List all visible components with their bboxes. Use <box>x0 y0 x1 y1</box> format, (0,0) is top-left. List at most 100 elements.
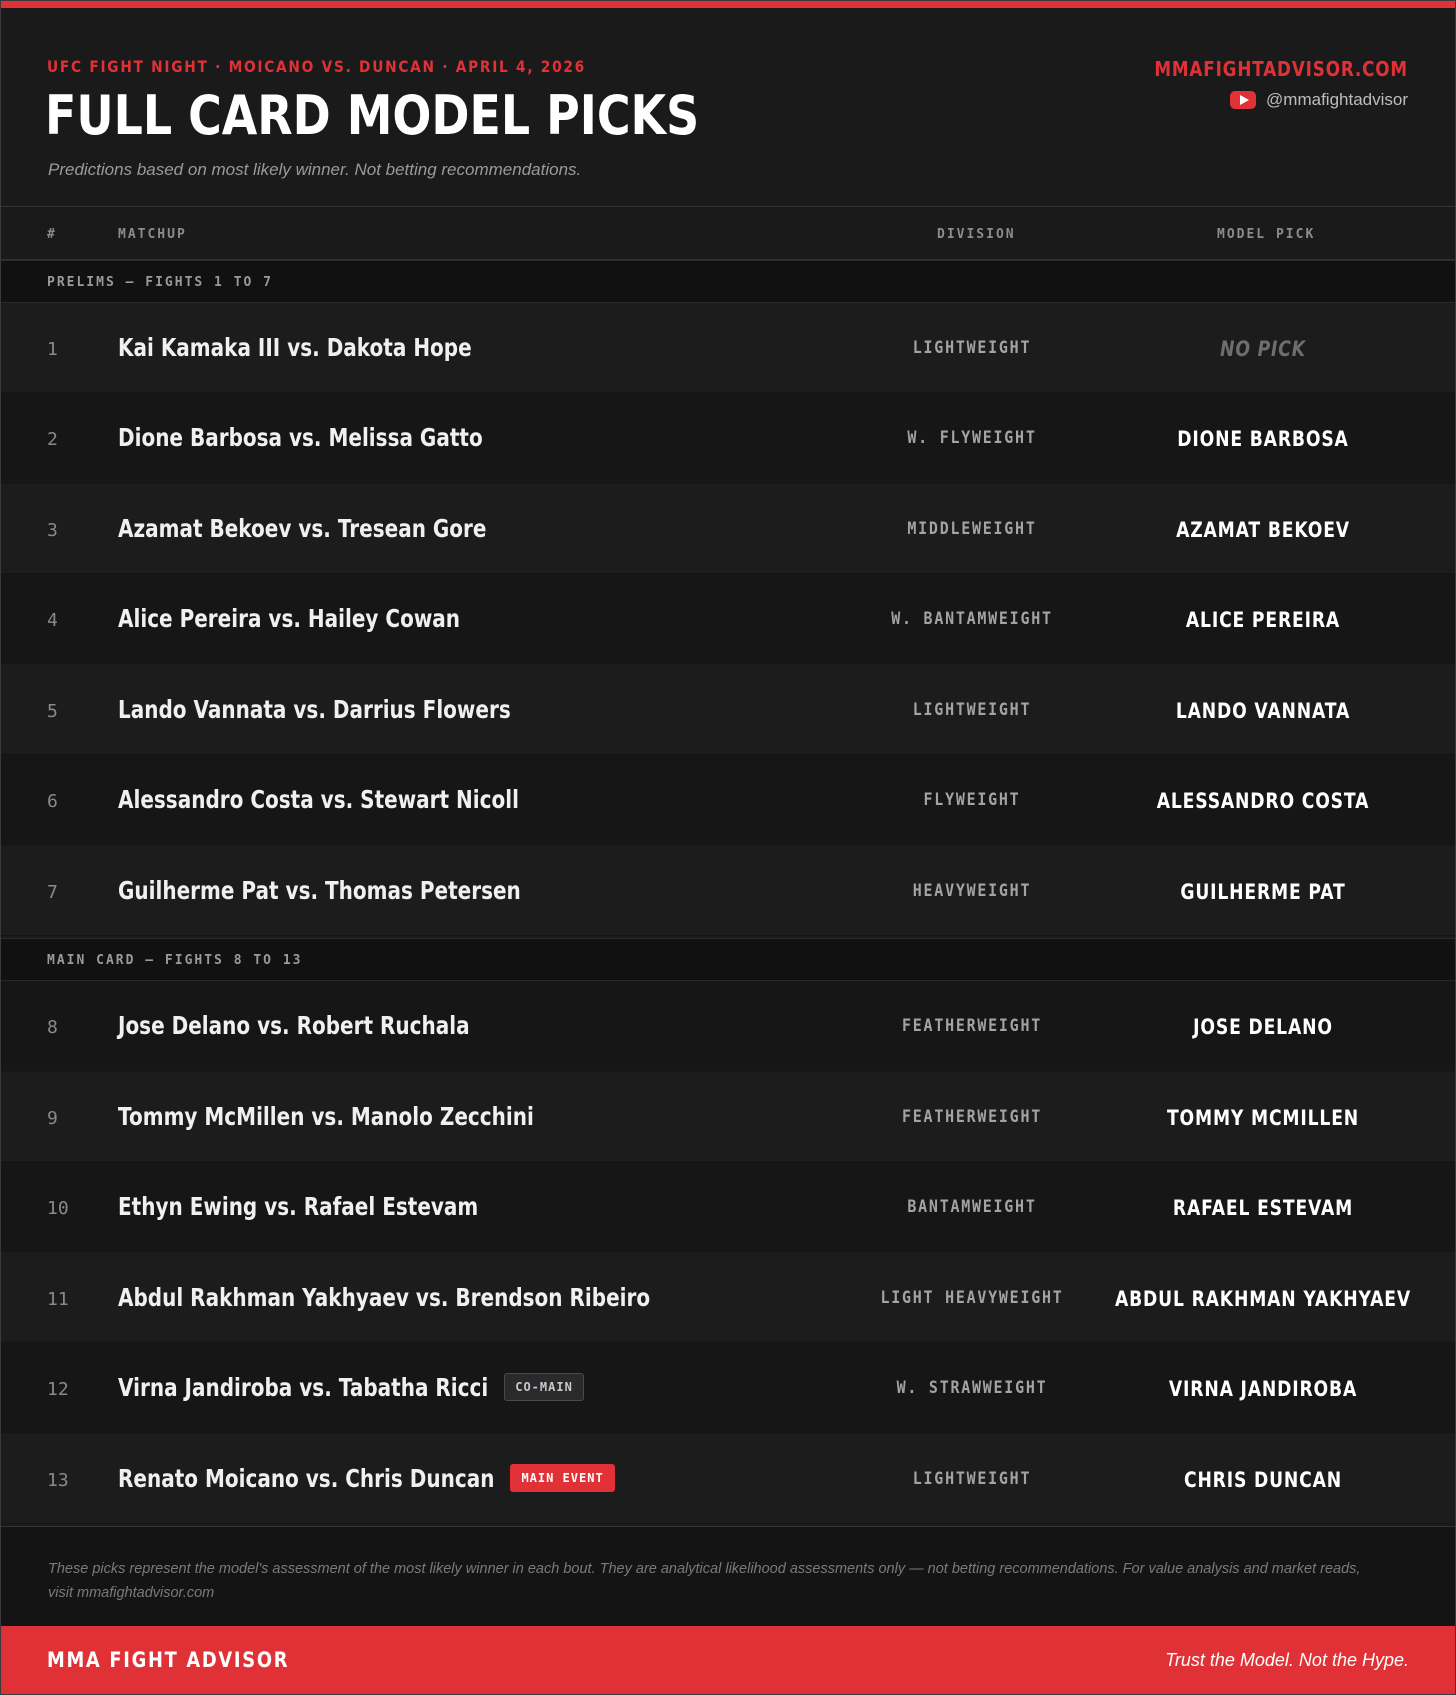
matchup-text: Guilherme Pat vs. Thomas Petersen <box>118 876 521 905</box>
disclaimer: These picks represent the model's assess… <box>1 1526 1455 1626</box>
matchup-text: Tommy McMillen vs. Manolo Zecchini <box>118 1102 534 1131</box>
event-kicker: UFC FIGHT NIGHT · MOICANO VS. DUNCAN · A… <box>47 57 586 76</box>
matchup: Guilherme Pat vs. Thomas Petersen <box>118 877 621 905</box>
model-pick-text: GUILHERME PAT <box>1180 880 1346 904</box>
table-row: 7 Guilherme Pat vs. Thomas Petersen HEAVYW… <box>1 846 1455 936</box>
table-row: 12 Virna Jandiroba vs. Tabatha Ricci CO-MA… <box>1 1343 1455 1433</box>
division-text: BANTAMWEIGHT <box>907 1197 1037 1217</box>
matchup-text: Abdul Rakhman Yakhyaev vs. Brendson Ribe… <box>118 1283 651 1312</box>
matchup-text: Renato Moicano vs. Chris Duncan <box>118 1464 495 1493</box>
youtube-handle: @mmafightadvisor <box>1266 90 1408 109</box>
table-row: 9 Tommy McMillen vs. Manolo Zecchini FEATH… <box>1 1072 1455 1162</box>
division-text: FEATHERWEIGHT <box>902 1107 1042 1127</box>
matchup: Tommy McMillen vs. Manolo Zecchini <box>118 1103 638 1131</box>
fight-number: 4 <box>47 610 58 631</box>
column-header-num: # <box>47 227 57 242</box>
fight-number: 11 <box>47 1289 69 1310</box>
table-row: 8 Jose Delano vs. Robert Ruchala FEATHERWE… <box>1 981 1455 1071</box>
matchup-text: Azamat Bekoev vs. Tresean Gore <box>118 514 487 543</box>
matchup: Jose Delano vs. Robert Ruchala <box>118 1012 557 1040</box>
fight-number: 8 <box>47 1017 58 1038</box>
model-pick-text: JOSE DELANO <box>1193 1015 1333 1039</box>
fight-number: 1 <box>47 339 58 360</box>
matchup-text: Alice Pereira vs. Hailey Cowan <box>118 604 461 633</box>
division-text: LIGHTWEIGHT <box>912 1469 1032 1489</box>
model-pick-text: AZAMAT BEKOEV <box>1176 518 1350 542</box>
division-text: LIGHT HEAVYWEIGHT <box>880 1288 1064 1308</box>
section-main-card-label: MAIN CARD — FIGHTS 8 TO 13 <box>47 953 303 968</box>
column-header-pick: MODEL PICK <box>1217 227 1316 242</box>
matchup: Kai Kamaka III vs. Dakota Hope <box>118 334 560 362</box>
footer-tagline: Trust the Model. Not the Hype. <box>1165 1650 1409 1670</box>
header: UFC FIGHT NIGHT · MOICANO VS. DUNCAN · A… <box>1 8 1455 207</box>
model-pick-text: CHRIS DUNCAN <box>1183 1468 1343 1492</box>
matchup-text: Jose Delano vs. Robert Ruchala <box>118 1011 470 1040</box>
page-subtitle: Predictions based on most likely winner.… <box>48 160 582 179</box>
model-pick-text: RAFAEL ESTEVAM <box>1172 1196 1354 1220</box>
model-pick-text: TOMMY MCMILLEN <box>1166 1106 1360 1130</box>
model-pick-text: VIRNA JANDIROBA <box>1168 1377 1358 1401</box>
fight-number: 12 <box>47 1379 69 1400</box>
page-title: FULL CARD MODEL PICKS <box>45 84 700 147</box>
table-row: 11 Abdul Rakhman Yakhyaev vs. Brendson Ri… <box>1 1253 1455 1343</box>
youtube-icon <box>1230 91 1257 109</box>
model-pick-text: ABDUL RAKHMAN YAKHYAEV <box>1114 1287 1412 1311</box>
footer-brand: MMA FIGHT ADVISOR <box>47 1648 290 1672</box>
youtube-link[interactable]: @mmafightadvisor <box>1230 90 1408 110</box>
table-row: 10 Ethyn Ewing vs. Rafael Estevam BANTAMWE… <box>1 1162 1455 1252</box>
fight-number: 2 <box>47 429 58 450</box>
disclaimer-text: These picks represent the model's assess… <box>48 1561 1361 1601</box>
division-text: HEAVYWEIGHT <box>912 881 1032 901</box>
fight-number: 9 <box>47 1108 58 1129</box>
matchup: Azamat Bekoev vs. Tresean Gore <box>118 515 579 543</box>
model-pick-text: ALESSANDRO COSTA <box>1156 789 1370 813</box>
co-main-badge: CO-MAIN <box>504 1373 584 1401</box>
matchup: Dione Barbosa vs. Melissa Gatto <box>118 424 574 452</box>
table-row: 1 Kai Kamaka III vs. Dakota Hope LIGHTWEIG… <box>1 303 1455 393</box>
table-row: 3 Azamat Bekoev vs. Tresean Gore MIDDLEWEI… <box>1 484 1455 574</box>
fight-number: 3 <box>47 520 58 541</box>
matchup: Alessandro Costa vs. Stewart Nicoll <box>118 786 619 814</box>
division-text: FEATHERWEIGHT <box>902 1016 1042 1036</box>
table-row: 13 Renato Moicano vs. Chris Duncan MAIN EV… <box>1 1434 1455 1524</box>
table-row: 4 Alice Pereira vs. Hailey Cowan W. BANTAM… <box>1 574 1455 664</box>
matchup: Abdul Rakhman Yakhyaev vs. Brendson Ribe… <box>118 1284 783 1312</box>
matchup-text: Alessandro Costa vs. Stewart Nicoll <box>118 785 519 814</box>
matchup: Ethyn Ewing vs. Rafael Estevam <box>118 1193 568 1221</box>
table-row: 2 Dione Barbosa vs. Melissa Gatto W. FLYWE… <box>1 393 1455 483</box>
division-text: LIGHTWEIGHT <box>912 338 1032 358</box>
top-accent-bar <box>1 1 1455 8</box>
matchup-text: Kai Kamaka III vs. Dakota Hope <box>118 333 472 362</box>
model-pick-text: LANDO VANNATA <box>1175 699 1351 723</box>
matchup-text: Virna Jandiroba vs. Tabatha Ricci <box>118 1373 489 1402</box>
fight-number: 7 <box>47 882 58 903</box>
matchup-text: Dione Barbosa vs. Melissa Gatto <box>118 423 483 452</box>
fight-number: 10 <box>47 1198 69 1219</box>
matchup: Alice Pereira vs. Hailey Cowan <box>118 605 546 633</box>
table-row: 6 Alessandro Costa vs. Stewart Nicoll FLYW… <box>1 755 1455 845</box>
column-header-matchup: MATCHUP <box>118 227 187 242</box>
column-header-division: DIVISION <box>937 227 1016 242</box>
model-pick-text: NO PICK <box>1220 337 1306 361</box>
fight-number: 6 <box>47 791 58 812</box>
section-prelims-label: PRELIMS — FIGHTS 1 TO 7 <box>47 275 274 290</box>
matchup-text: Ethyn Ewing vs. Rafael Estevam <box>118 1192 479 1221</box>
division-text: W. FLYWEIGHT <box>907 428 1037 448</box>
division-text: MIDDLEWEIGHT <box>907 519 1037 539</box>
model-pick-text: DIONE BARBOSA <box>1177 427 1349 451</box>
division-text: FLYWEIGHT <box>923 790 1021 810</box>
footer-bar: MMA FIGHT ADVISOR Trust the Model. Not t… <box>1 1626 1455 1694</box>
table-row: 5 Lando Vannata vs. Darrius Flowers LIGHTW… <box>1 665 1455 755</box>
division-text: W. STRAWWEIGHT <box>896 1378 1048 1398</box>
fight-number: 13 <box>47 1470 69 1491</box>
matchup: Lando Vannata vs. Darrius Flowers <box>118 696 609 724</box>
model-picks-card: UFC FIGHT NIGHT · MOICANO VS. DUNCAN · A… <box>0 0 1456 1695</box>
model-pick-text: ALICE PEREIRA <box>1185 608 1341 632</box>
section-prelims: PRELIMS — FIGHTS 1 TO 7 <box>1 260 1455 303</box>
division-text: LIGHTWEIGHT <box>912 700 1032 720</box>
section-main-card: MAIN CARD — FIGHTS 8 TO 13 <box>1 938 1455 981</box>
site-link[interactable]: MMAFIGHTADVISOR.COM <box>1154 57 1408 81</box>
matchup-text: Lando Vannata vs. Darrius Flowers <box>118 695 511 724</box>
division-text: W. BANTAMWEIGHT <box>891 609 1053 629</box>
fight-number: 5 <box>47 701 58 722</box>
